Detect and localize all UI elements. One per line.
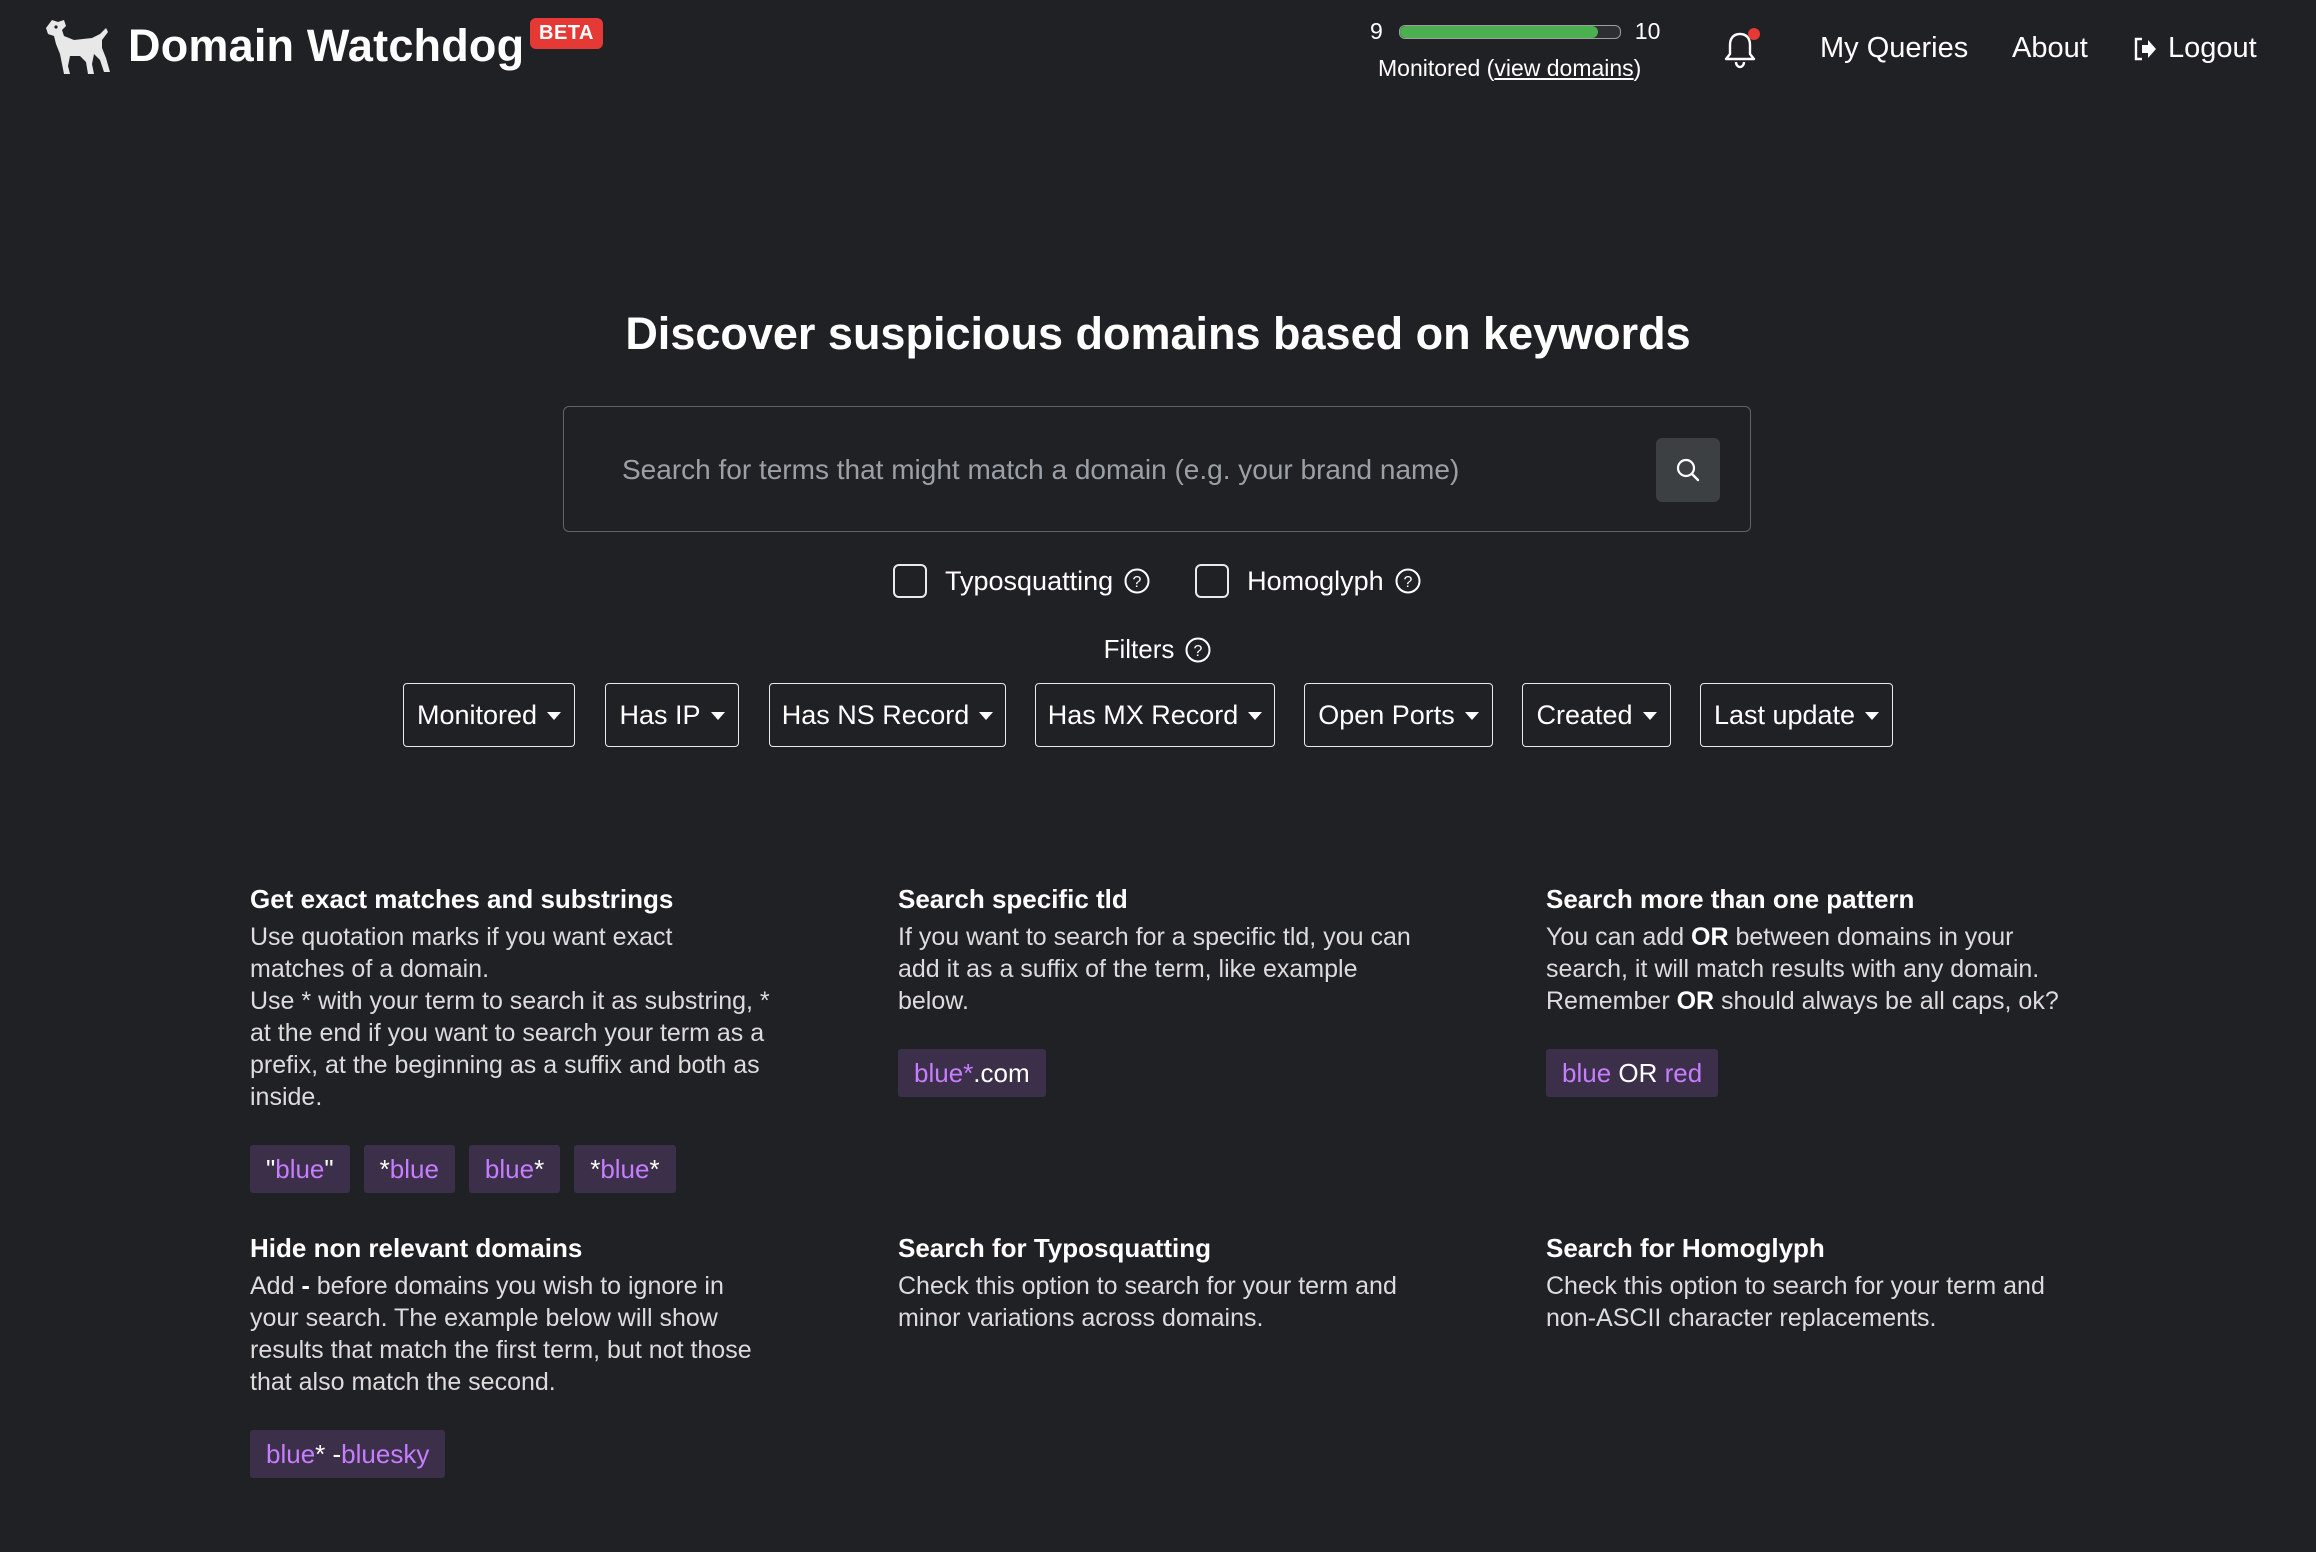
caret-down-icon <box>1248 712 1263 720</box>
example-chip[interactable]: blue * <box>468 1145 561 1193</box>
filters-row: Monitored Has IP Has NS Record Has MX Re… <box>0 683 2316 747</box>
help-title: Hide non relevant domains <box>250 1233 583 1263</box>
help-text: Check this option to search for your ter… <box>1546 1272 2045 1332</box>
example-chip[interactable]: * blue <box>363 1145 455 1193</box>
filter-has-ip[interactable]: Has IP <box>605 683 739 747</box>
nav-logout[interactable]: Logout <box>2132 32 2257 65</box>
search-icon <box>1676 458 1700 482</box>
example-chip[interactable]: blue * - bluesky <box>250 1430 446 1478</box>
example-chips: " blue " * blue blue * * blue * <box>250 1145 770 1193</box>
caret-down-icon <box>710 712 725 720</box>
help-title: Search more than one pattern <box>1546 884 1915 914</box>
help-text: Add - before domains you wish to ignore … <box>250 1272 752 1396</box>
quota-progress-fill <box>1399 25 1598 38</box>
help-text: If you want to search for a specific tld… <box>898 923 1411 1015</box>
caret-down-icon <box>1464 712 1479 720</box>
caret-down-icon <box>1865 712 1880 720</box>
help-icon[interactable]: ? <box>1123 567 1151 595</box>
filter-last-update[interactable]: Last update <box>1700 683 1893 747</box>
typosquatting-checkbox[interactable] <box>893 564 927 598</box>
help-text: You can add OR between domains in your s… <box>1546 923 2059 1015</box>
example-chips: blue OR red <box>1546 1049 2066 1097</box>
brand-link[interactable]: Domain Watchdog <box>40 14 524 78</box>
help-text: Check this option to search for your ter… <box>898 1272 1397 1332</box>
filter-monitored[interactable]: Monitored <box>403 683 575 747</box>
caret-down-icon <box>547 712 562 720</box>
filter-created[interactable]: Created <box>1522 683 1671 747</box>
quota-limit: 10 <box>1634 18 1661 44</box>
notification-dot <box>1748 28 1760 40</box>
typosquatting-label[interactable]: Typosquatting <box>945 566 1113 597</box>
caret-down-icon <box>1642 712 1657 720</box>
help-title: Search specific tld <box>898 884 1128 914</box>
svg-text:?: ? <box>1194 643 1203 660</box>
help-title: Search for Homoglyph <box>1546 1233 1825 1263</box>
brand-name: Domain Watchdog <box>128 20 525 71</box>
search-box <box>563 406 1751 532</box>
top-navbar: Domain Watchdog BETA 9 10 Monitored (vie… <box>0 0 2316 110</box>
example-chip[interactable]: " blue " <box>250 1145 350 1193</box>
homoglyph-label[interactable]: Homoglyph <box>1247 566 1384 597</box>
help-specific-tld: Search specific tld If you want to searc… <box>898 884 1418 1097</box>
filter-has-ns-record[interactable]: Has NS Record <box>769 683 1006 747</box>
typosquatting-option: Typosquatting ? <box>893 564 1151 598</box>
help-title: Search for Typosquatting <box>898 1233 1211 1263</box>
search-input[interactable] <box>620 437 1624 503</box>
homoglyph-checkbox[interactable] <box>1195 564 1230 598</box>
filter-has-mx-record[interactable]: Has MX Record <box>1035 683 1275 747</box>
nav-about[interactable]: About <box>2012 32 2088 65</box>
filter-open-ports[interactable]: Open Ports <box>1304 683 1493 747</box>
help-text: Use quotation marks if you want exact ma… <box>250 923 770 1111</box>
view-domains-link[interactable]: view domains <box>1494 55 1633 81</box>
page-title: Discover suspicious domains based on key… <box>625 308 1691 359</box>
svg-text:?: ? <box>1403 574 1412 591</box>
filters-heading: Filters ? <box>0 634 2316 665</box>
example-chips: blue * - bluesky <box>250 1430 770 1478</box>
logout-icon <box>2134 37 2156 60</box>
nav-my-queries[interactable]: My Queries <box>1820 32 1968 65</box>
help-icon[interactable]: ? <box>1184 636 1212 664</box>
search-options: Typosquatting ? Homoglyph ? <box>893 564 1466 598</box>
monitored-quota: 9 10 Monitored (view domains) <box>1370 18 1662 88</box>
help-title: Get exact matches and substrings <box>250 884 674 914</box>
logout-label: Logout <box>2168 32 2257 64</box>
caret-down-icon <box>979 712 994 720</box>
example-chip[interactable]: blue * .com <box>898 1049 1046 1097</box>
help-exact-matches: Get exact matches and substrings Use quo… <box>250 884 770 1193</box>
search-button[interactable] <box>1656 438 1720 502</box>
quota-used: 9 <box>1370 18 1383 44</box>
help-homoglyph: Search for Homoglyph Check this option t… <box>1546 1233 2066 1334</box>
help-multiple-patterns: Search more than one pattern You can add… <box>1546 884 2066 1097</box>
example-chip[interactable]: blue OR red <box>1546 1049 1719 1097</box>
help-typosquatting: Search for Typosquatting Check this opti… <box>898 1233 1418 1334</box>
example-chip[interactable]: * blue * <box>574 1145 676 1193</box>
svg-text:?: ? <box>1133 574 1142 591</box>
quota-progress-bar <box>1398 24 1621 39</box>
help-hide-domains: Hide non relevant domains Add - before d… <box>250 1233 770 1478</box>
dog-icon <box>46 20 110 74</box>
beta-badge: BETA <box>530 18 603 49</box>
help-icon[interactable]: ? <box>1394 567 1422 595</box>
homoglyph-option: Homoglyph ? <box>1195 564 1422 598</box>
quota-caption: Monitored (view domains) <box>1378 55 1642 81</box>
example-chips: blue * .com <box>898 1049 1418 1097</box>
filters-label: Filters <box>1103 634 1175 664</box>
